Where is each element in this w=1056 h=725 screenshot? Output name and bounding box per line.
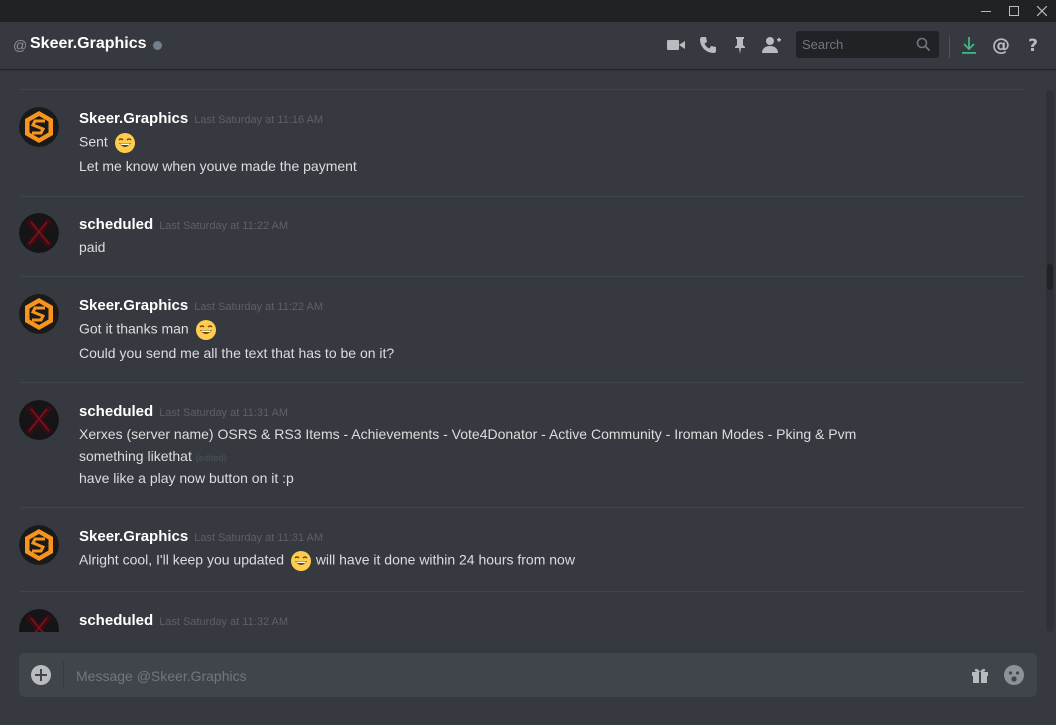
message-text: paid [79, 239, 106, 255]
dark-x-avatar-icon [19, 400, 59, 440]
video-call-button[interactable] [665, 34, 687, 56]
avatar[interactable] [19, 213, 59, 253]
emoji-picker-icon [1004, 665, 1024, 685]
pinned-messages-button[interactable] [729, 34, 751, 56]
message-divider [20, 89, 1024, 90]
attach-button[interactable] [30, 664, 52, 686]
message-timestamp: Last Saturday at 11:22 AM [194, 301, 324, 313]
scrollbar-track[interactable] [1046, 90, 1054, 632]
close-icon [1036, 5, 1048, 16]
skeer-logo-icon [19, 294, 59, 334]
search-input[interactable] [796, 31, 912, 58]
at-symbol: @ [13, 37, 28, 53]
minimize-button[interactable] [972, 0, 1000, 22]
download-button[interactable] [958, 34, 980, 56]
avatar[interactable] [19, 525, 59, 565]
message-timestamp: Last Saturday at 11:31 AM [159, 407, 289, 419]
grinning-face-emoji [114, 133, 135, 153]
message-author[interactable]: scheduled Last Saturday at 11:22 AM [79, 216, 288, 233]
minimize-icon [981, 10, 991, 12]
message-text: Sent [79, 132, 136, 154]
search-icon[interactable] [916, 37, 931, 52]
composer-divider [63, 661, 64, 689]
message-text: something likethat (edited) [79, 448, 227, 464]
header-divider [949, 36, 950, 58]
pin-icon [735, 37, 745, 54]
message-author[interactable]: Skeer.Graphics Last Saturday at 11:16 AM [79, 110, 323, 127]
message-timestamp: Last Saturday at 11:22 AM [159, 220, 289, 232]
message-text: Alright cool, I'll keep you updated will… [79, 550, 575, 572]
message-divider [20, 276, 1024, 277]
avatar[interactable] [19, 609, 59, 632]
edited-label: (edited) [195, 453, 227, 463]
message-input[interactable] [74, 653, 958, 699]
message-timestamp: Last Saturday at 11:16 AM [194, 114, 324, 126]
message-text: have like a play now button on it :p [79, 470, 294, 486]
scrollbar-thumb[interactable] [1047, 264, 1053, 290]
message-divider [20, 196, 1024, 197]
svg-text:@: @ [992, 35, 1010, 56]
message-composer [19, 653, 1037, 699]
gift-button[interactable] [969, 664, 991, 686]
message-text: Got it thanks man [79, 319, 217, 341]
help-button[interactable]: ? [1022, 34, 1044, 56]
message-timestamp: Last Saturday at 11:31 AM [194, 532, 324, 544]
skeer-logo-icon [19, 525, 59, 565]
download-icon [962, 37, 976, 54]
add-attachment-icon [31, 665, 51, 685]
message-author[interactable]: Skeer.Graphics Last Saturday at 11:31 AM [79, 528, 323, 545]
message-text: Could you send me all the text that has … [79, 345, 395, 361]
video-camera-icon [667, 40, 685, 50]
search-box[interactable] [796, 31, 939, 58]
avatar[interactable] [19, 400, 59, 440]
status-indicator [153, 41, 162, 50]
message-divider [20, 382, 1024, 383]
avatar[interactable] [19, 294, 59, 334]
window-titlebar [0, 0, 1056, 22]
message-timestamp: Last Saturday at 11:32 AM [159, 616, 289, 628]
message-text: Let me know when youve made the payment [79, 158, 357, 174]
message-author[interactable]: Skeer.Graphics Last Saturday at 11:22 AM [79, 297, 323, 314]
message-divider [20, 591, 1024, 592]
close-button[interactable] [1028, 0, 1056, 22]
message-text: Xerxes (server name) OSRS & RS3 Items - … [79, 426, 857, 442]
help-icon: ? [1028, 36, 1038, 56]
grinning-face-emoji [195, 320, 216, 340]
add-friend-icon [762, 37, 781, 53]
channel-title[interactable]: Skeer.Graphics [30, 35, 147, 53]
add-friend-button[interactable] [760, 34, 782, 56]
skeer-logo-icon [19, 107, 59, 147]
voice-call-button[interactable] [697, 34, 719, 56]
message-list[interactable]: Skeer.Graphics Last Saturday at 11:16 AM … [0, 70, 1040, 632]
emoji-button[interactable] [1003, 664, 1025, 686]
message-author[interactable]: scheduled Last Saturday at 11:31 AM [79, 403, 288, 420]
channel-header: @ Skeer.Graphics @ ? [0, 22, 1056, 69]
maximize-icon [1009, 5, 1019, 16]
dark-x-avatar-icon [19, 609, 59, 632]
gift-icon [972, 668, 988, 683]
avatar[interactable] [19, 107, 59, 147]
svg-text:?: ? [1028, 36, 1038, 56]
dark-x-avatar-icon [19, 213, 59, 253]
message-author[interactable]: scheduled Last Saturday at 11:32 AM [79, 612, 288, 629]
maximize-button[interactable] [1000, 0, 1028, 22]
mention-icon: @ [992, 35, 1010, 56]
phone-icon [700, 37, 716, 53]
message-divider [20, 507, 1024, 508]
grinning-face-emoji [290, 551, 311, 571]
mentions-button[interactable]: @ [990, 34, 1012, 56]
